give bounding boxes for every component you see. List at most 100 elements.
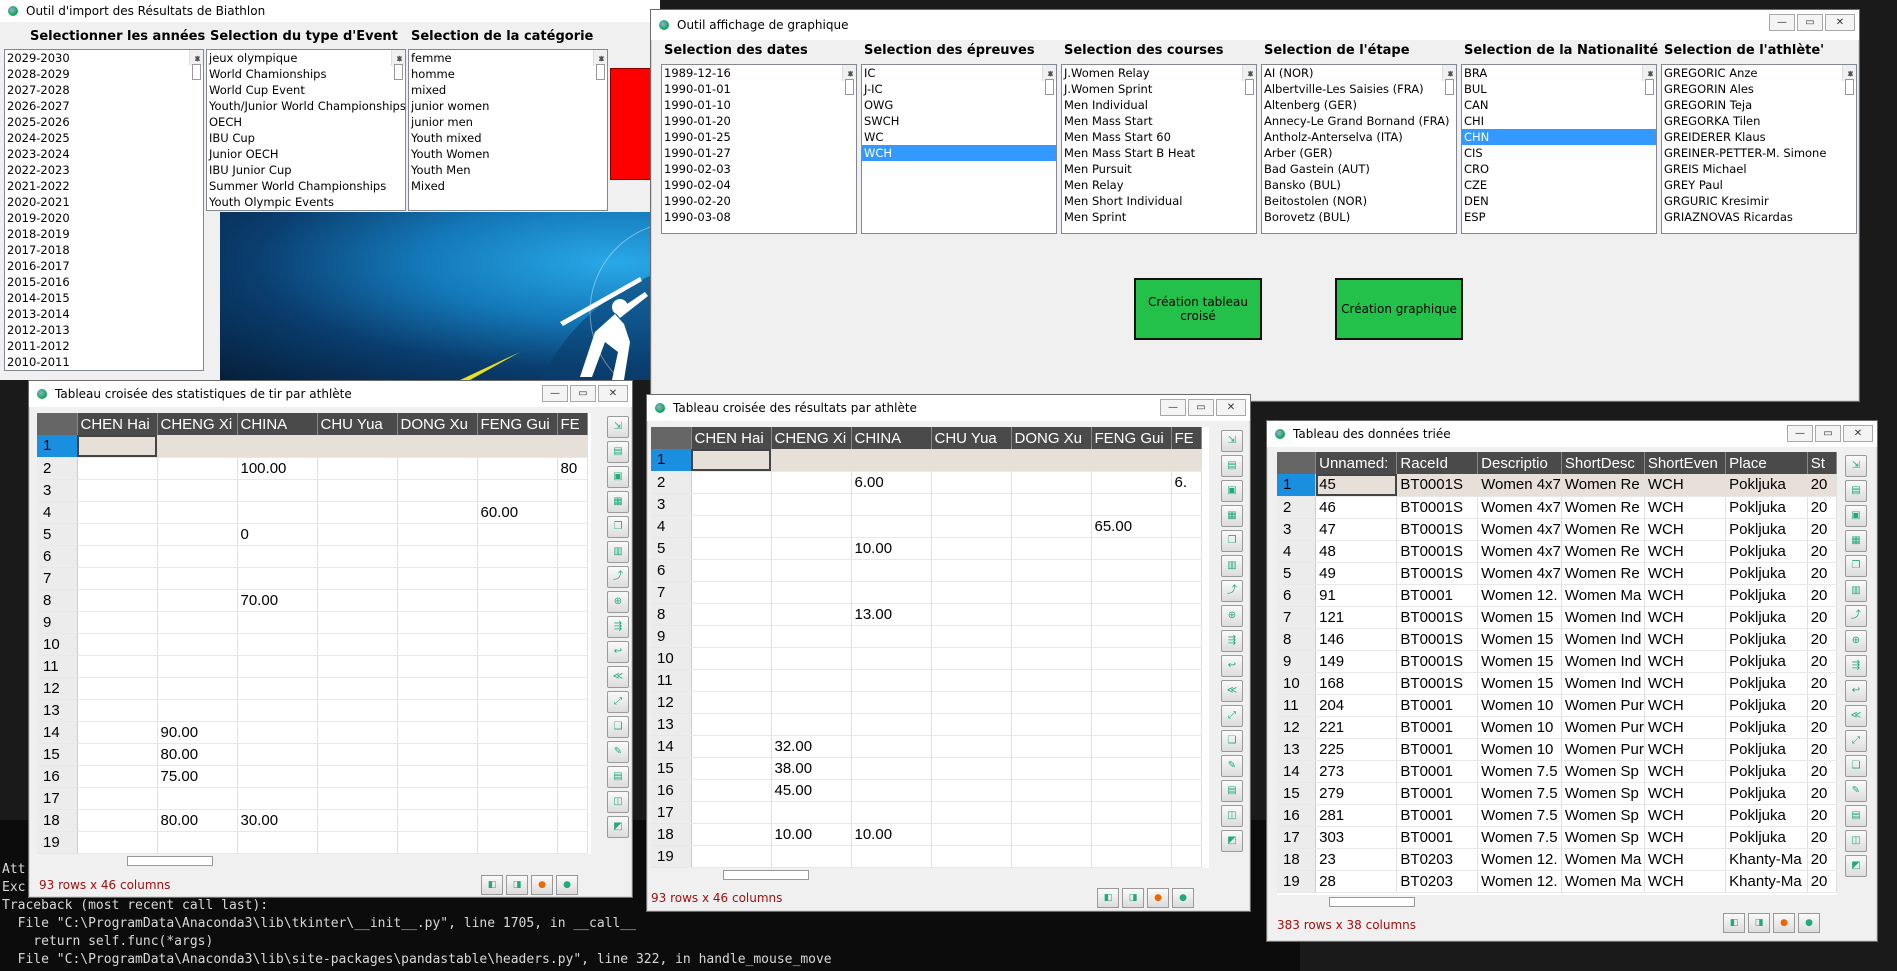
table-cell[interactable]: BT0203 — [1396, 870, 1479, 893]
table-cell[interactable] — [1091, 581, 1172, 604]
toolbar-icon[interactable]: ⇶ — [1221, 630, 1243, 652]
table-cell[interactable]: Women 4x7 — [1477, 518, 1562, 541]
table-cell[interactable] — [1091, 845, 1172, 868]
table-row[interactable]: 8 146 BT0001S Women 15 Women Ind WCH Pokljuka 2… — [1277, 628, 1837, 651]
table-cell[interactable] — [1171, 691, 1202, 714]
table-cell[interactable] — [77, 545, 158, 568]
table-cell[interactable]: WCH — [1644, 562, 1727, 585]
maximize-button[interactable]: ▭ — [1815, 425, 1841, 442]
table-cell[interactable] — [1171, 713, 1202, 736]
table-cell[interactable] — [691, 515, 772, 538]
table-cell[interactable] — [1171, 625, 1202, 648]
table-cell[interactable] — [851, 735, 932, 758]
table-cell[interactable] — [771, 801, 852, 824]
toolbar-icon[interactable]: ❐ — [1221, 530, 1243, 552]
table-cell[interactable]: BT0001S — [1396, 496, 1479, 519]
list-item[interactable]: BRA — [1462, 65, 1656, 81]
toolbar-icon[interactable]: ▤ — [1221, 780, 1243, 802]
table-cell[interactable]: 303 — [1315, 826, 1398, 849]
toolbar-icon[interactable]: ▥ — [607, 541, 629, 563]
table-cell[interactable] — [1171, 603, 1202, 626]
table-cell[interactable]: 45 — [1315, 474, 1398, 497]
table-cell[interactable]: Women Pur — [1561, 694, 1645, 717]
table-row[interactable]: 2 46 BT0001S Women 4x7 Women Re WCH Pokljuka 20 — [1277, 496, 1837, 519]
list-item[interactable]: 2013-2014 — [5, 306, 203, 322]
table-row[interactable]: 5 49 BT0001S Women 4x7 Women Re WCH Pokljuka 20 — [1277, 562, 1837, 585]
list-item[interactable]: 1990-03-08 — [662, 209, 856, 225]
list-item[interactable]: 2022-2023 — [5, 162, 203, 178]
table-cell[interactable] — [691, 691, 772, 714]
table-cell[interactable]: BT0001 — [1396, 716, 1479, 739]
table-cell[interactable] — [1011, 647, 1092, 670]
table-cell[interactable]: Pokljuka — [1725, 540, 1808, 563]
table-cell[interactable]: Pokljuka — [1725, 694, 1808, 717]
table-row[interactable]: 2 100.00 80 — [37, 457, 588, 480]
row-number[interactable]: 14 — [37, 721, 78, 744]
table-cell[interactable] — [557, 611, 588, 634]
table-cell[interactable] — [557, 831, 588, 854]
table-cell[interactable] — [477, 655, 558, 678]
table-cell[interactable]: Women Ind — [1561, 672, 1645, 695]
table-cell[interactable] — [477, 809, 558, 832]
table-cell[interactable]: Women Ind — [1561, 650, 1645, 673]
toolbar-icon[interactable]: ↩ — [1845, 680, 1867, 702]
table-cell[interactable]: WCH — [1644, 826, 1727, 849]
table-cell[interactable] — [477, 677, 558, 700]
table-cell[interactable] — [691, 845, 772, 868]
table-row[interactable]: 6 — [651, 559, 1202, 582]
table-cell[interactable] — [1011, 757, 1092, 780]
table-cell[interactable] — [851, 449, 932, 472]
list-item[interactable]: 2023-2024 — [5, 146, 203, 162]
maximize-button[interactable]: ▭ — [570, 385, 596, 402]
table-cell[interactable]: WCH — [1644, 606, 1727, 629]
list-item[interactable]: 1990-02-04 — [662, 177, 856, 193]
table-cell[interactable] — [1011, 669, 1092, 692]
column-header[interactable]: RaceId — [1396, 452, 1479, 474]
table-cell[interactable] — [317, 567, 398, 590]
table-cell[interactable] — [691, 603, 772, 626]
table-cell[interactable] — [237, 567, 318, 590]
table-cell[interactable] — [1091, 757, 1172, 780]
table-cell[interactable] — [317, 787, 398, 810]
column-header[interactable]: CHU Yua — [931, 427, 1012, 449]
list-item[interactable]: GREY Paul — [1662, 177, 1856, 193]
table-row[interactable]: 14 273 BT0001 Women 7.5 Women Sp WCH Pokljuka 2… — [1277, 760, 1837, 783]
next-button[interactable]: ◨ — [506, 875, 528, 895]
category-listbox[interactable]: femme homme mixed junior women junior men You… — [408, 49, 608, 211]
table-cell[interactable] — [1171, 757, 1202, 780]
table-cell[interactable]: Women Re — [1561, 562, 1645, 585]
toolbar-icon[interactable]: ▣ — [607, 466, 629, 488]
list-item[interactable]: CHI — [1462, 113, 1656, 129]
table-cell[interactable]: 75.00 — [157, 765, 238, 788]
list-item[interactable]: OECH — [207, 114, 405, 130]
table-row[interactable]: 19 — [37, 831, 588, 854]
table-cell[interactable] — [397, 611, 478, 634]
toolbar-icon[interactable]: ⇲ — [607, 416, 629, 438]
table-cell[interactable]: Pokljuka — [1725, 804, 1808, 827]
table-row[interactable]: 18 80.00 30.00 — [37, 809, 588, 832]
toolbar-icon[interactable]: ▥ — [1845, 580, 1867, 602]
years-scrollbar[interactable]: ▲ ▼ — [189, 50, 203, 80]
table-cell[interactable] — [557, 589, 588, 612]
column-header[interactable]: FE — [1171, 427, 1202, 449]
listbox-dates[interactable]: 1989-12-16 1990-01-01 1990-01-10 1990-01-20… — [661, 64, 857, 234]
list-item[interactable]: Bad Gastein (AUT) — [1262, 161, 1456, 177]
column-header[interactable]: Descriptio — [1477, 452, 1562, 474]
list-item[interactable]: 2021-2022 — [5, 178, 203, 194]
row-number[interactable]: 2 — [651, 471, 692, 494]
list-item[interactable]: jeux olympique — [207, 50, 405, 66]
list-item[interactable]: 1990-01-01 — [662, 81, 856, 97]
table-row[interactable]: 11 204 BT0001 Women 10 Women Pur WCH Pokljuka 2… — [1277, 694, 1837, 717]
table-cell[interactable] — [397, 479, 478, 502]
next-button[interactable]: ◨ — [1122, 888, 1144, 908]
list-item[interactable]: Beitostolen (NOR) — [1262, 193, 1456, 209]
list-item[interactable]: IBU Cup — [207, 130, 405, 146]
list-item[interactable]: 1990-01-10 — [662, 97, 856, 113]
column-header[interactable]: CHINA — [237, 413, 318, 435]
table-cell[interactable] — [691, 779, 772, 802]
table-cell[interactable] — [931, 493, 1012, 516]
table-cell[interactable] — [157, 677, 238, 700]
table-cell[interactable] — [851, 515, 932, 538]
prev-button[interactable]: ◧ — [1097, 888, 1119, 908]
table-cell[interactable] — [1171, 669, 1202, 692]
